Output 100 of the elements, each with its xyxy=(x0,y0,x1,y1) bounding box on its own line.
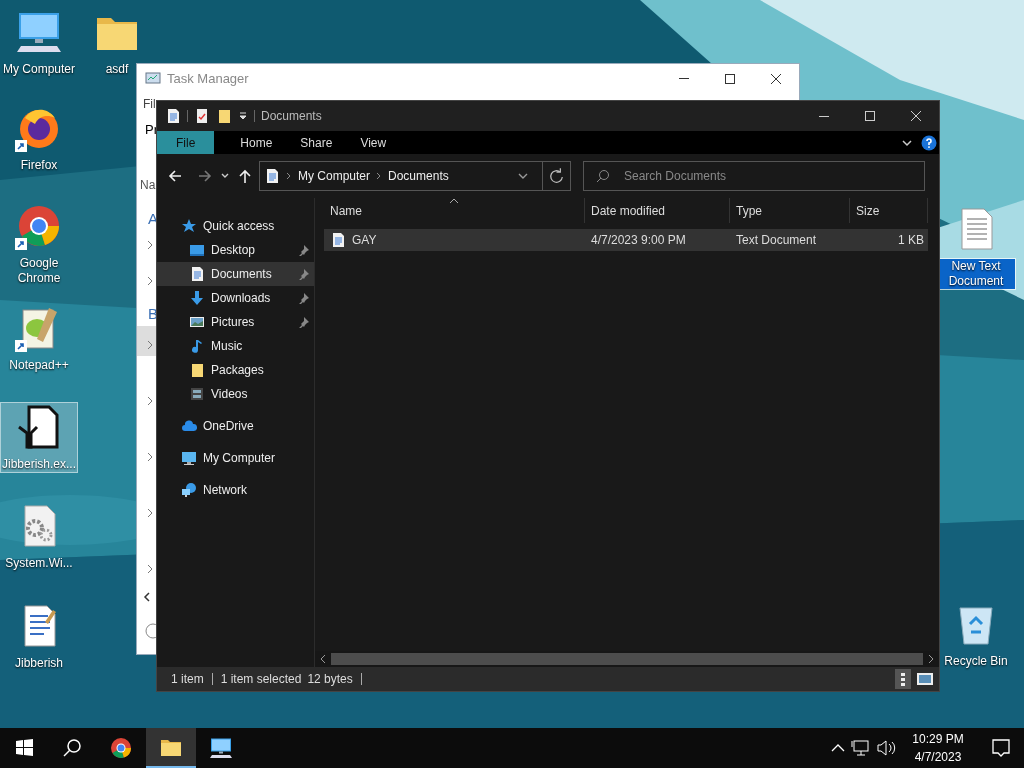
checkmark-document-icon[interactable] xyxy=(194,108,210,124)
nav-label: OneDrive xyxy=(203,418,254,435)
table-cell-text: 4/7/2023 9:00 PM xyxy=(590,232,687,249)
column-header[interactable]: Date modified xyxy=(585,198,730,223)
icon-label: Jibberish xyxy=(14,656,64,671)
nav-label: Music xyxy=(211,338,243,355)
desktop-icon[interactable]: New Text Document xyxy=(937,205,1015,289)
sort-caret-icon[interactable] xyxy=(449,198,459,204)
icon-label: Recycle Bin xyxy=(943,654,1009,669)
folder-icon xyxy=(189,362,205,378)
chevron-icon[interactable] xyxy=(376,172,383,180)
up-arrow-icon[interactable] xyxy=(237,168,253,184)
breadcrumb[interactable]: Documents xyxy=(388,167,449,185)
clock-date: 4/7/2023 xyxy=(914,749,962,766)
nav-item[interactable]: Packages xyxy=(157,358,314,382)
scrollbar-thumb[interactable] xyxy=(331,653,923,665)
chevron-icon[interactable] xyxy=(146,508,154,518)
column-header[interactable]: Name xyxy=(324,198,585,223)
search-icon xyxy=(596,169,610,183)
nav-item[interactable]: Videos xyxy=(157,382,314,406)
search-field[interactable]: Search Documents xyxy=(583,161,925,191)
column-header[interactable]: Na xyxy=(140,176,156,194)
status-text: 12 bytes xyxy=(307,671,353,688)
chevron-icon[interactable] xyxy=(146,340,154,350)
chevron-icon[interactable] xyxy=(286,172,292,180)
ribbon-tab[interactable]: File xyxy=(157,131,215,154)
thumbnail-view-icon[interactable] xyxy=(917,673,933,685)
chevron-icon[interactable] xyxy=(146,240,154,250)
nav-item[interactable]: Pictures xyxy=(157,310,314,334)
file-name: GAY xyxy=(352,232,377,249)
desktop-icon[interactable]: Recycle Bin xyxy=(937,600,1015,669)
nav-item[interactable]: Documents xyxy=(157,262,314,286)
star-icon xyxy=(181,218,197,234)
breadcrumb[interactable]: My Computer xyxy=(298,167,371,185)
ribbon-tab[interactable]: Home xyxy=(226,131,287,154)
folder-icon[interactable] xyxy=(216,108,232,124)
desktop-icon[interactable]: Firefox xyxy=(0,104,78,173)
document-icon xyxy=(189,266,205,282)
desktop-icon[interactable]: My Computer xyxy=(0,8,78,77)
ribbon-tab[interactable]: View xyxy=(346,131,401,154)
desktop-icon[interactable]: System.Wi... xyxy=(0,502,78,571)
nav-label: Network xyxy=(203,482,247,499)
chevron-icon[interactable] xyxy=(146,396,154,406)
forward-arrow-icon[interactable] xyxy=(197,168,213,184)
ribbon-tab[interactable]: Share xyxy=(286,131,347,154)
monitor-icon xyxy=(181,450,197,466)
download-arrow-icon xyxy=(189,290,205,306)
clock-time: 10:29 PM xyxy=(912,731,964,748)
icon-label: New Text Document xyxy=(937,259,1015,289)
clock[interactable]: 10:29 PM 4/7/2023 xyxy=(898,730,978,766)
nav-label: Quick access xyxy=(203,218,275,235)
status-text: 1 item selected xyxy=(220,671,302,688)
caret-icon[interactable] xyxy=(221,172,229,180)
window-title: Task Manager xyxy=(167,69,249,88)
nav-item[interactable]: Desktop xyxy=(157,238,314,262)
nav-item[interactable]: Downloads xyxy=(157,286,314,310)
nav-item[interactable]: OneDrive xyxy=(157,414,314,438)
address-bar[interactable]: My Computer Documents xyxy=(259,161,571,191)
document-icon xyxy=(264,168,280,184)
column-header[interactable]: Type xyxy=(730,198,850,223)
icon-label: Google Chrome xyxy=(16,256,62,286)
film-icon xyxy=(189,386,205,402)
chevron-down-icon[interactable] xyxy=(518,171,528,181)
nav-label: Packages xyxy=(211,362,264,379)
icon-label: Firefox xyxy=(19,158,59,173)
scroll-left-icon[interactable] xyxy=(142,592,152,602)
nav-label: Desktop xyxy=(211,242,256,259)
icon-label: System.Wi... xyxy=(4,556,74,571)
nav-label: My Computer xyxy=(203,450,276,467)
document-icon xyxy=(330,232,346,248)
nav-item[interactable]: Music xyxy=(157,334,314,358)
chevron-icon[interactable] xyxy=(146,452,154,462)
icon-label: My Computer xyxy=(2,62,76,77)
details-view-button[interactable] xyxy=(895,669,911,689)
help-icon[interactable] xyxy=(921,134,937,151)
desktop-icon[interactable]: Jibberish xyxy=(0,602,78,671)
column-header[interactable]: Size xyxy=(850,198,928,223)
nav-label: Downloads xyxy=(211,290,271,307)
nav-label: Pictures xyxy=(211,314,255,331)
network-globe-icon xyxy=(181,482,197,498)
monitor-chart-icon xyxy=(145,70,161,87)
desktop-icon[interactable]: Google Chrome xyxy=(0,202,78,286)
nav-item[interactable]: Network xyxy=(157,478,314,502)
icon-label: Jibberish.ex... xyxy=(1,457,78,472)
dropdown-icon[interactable] xyxy=(238,111,248,121)
status-text: 1 item xyxy=(171,671,204,688)
back-arrow-icon[interactable] xyxy=(167,168,183,184)
nav-label: Documents xyxy=(211,266,272,283)
taskbar-app[interactable] xyxy=(146,728,196,768)
nav-item[interactable]: Quick access xyxy=(157,214,314,238)
nav-item[interactable]: My Computer xyxy=(157,446,314,470)
table-cell-text: Text Document xyxy=(735,232,818,249)
chevron-icon[interactable] xyxy=(146,564,154,574)
chevron-icon[interactable] xyxy=(146,276,154,286)
menu-item[interactable]: Fil xyxy=(143,95,156,113)
file-row[interactable]: GAY 4/7/2023 9:00 PM Text Document 1 KB xyxy=(324,229,928,251)
desktop-icon[interactable]: Notepad++ xyxy=(0,304,78,373)
desktop-icon[interactable]: asdf xyxy=(78,8,156,77)
icon-label: asdf xyxy=(104,62,130,77)
cloud-icon xyxy=(181,418,197,434)
